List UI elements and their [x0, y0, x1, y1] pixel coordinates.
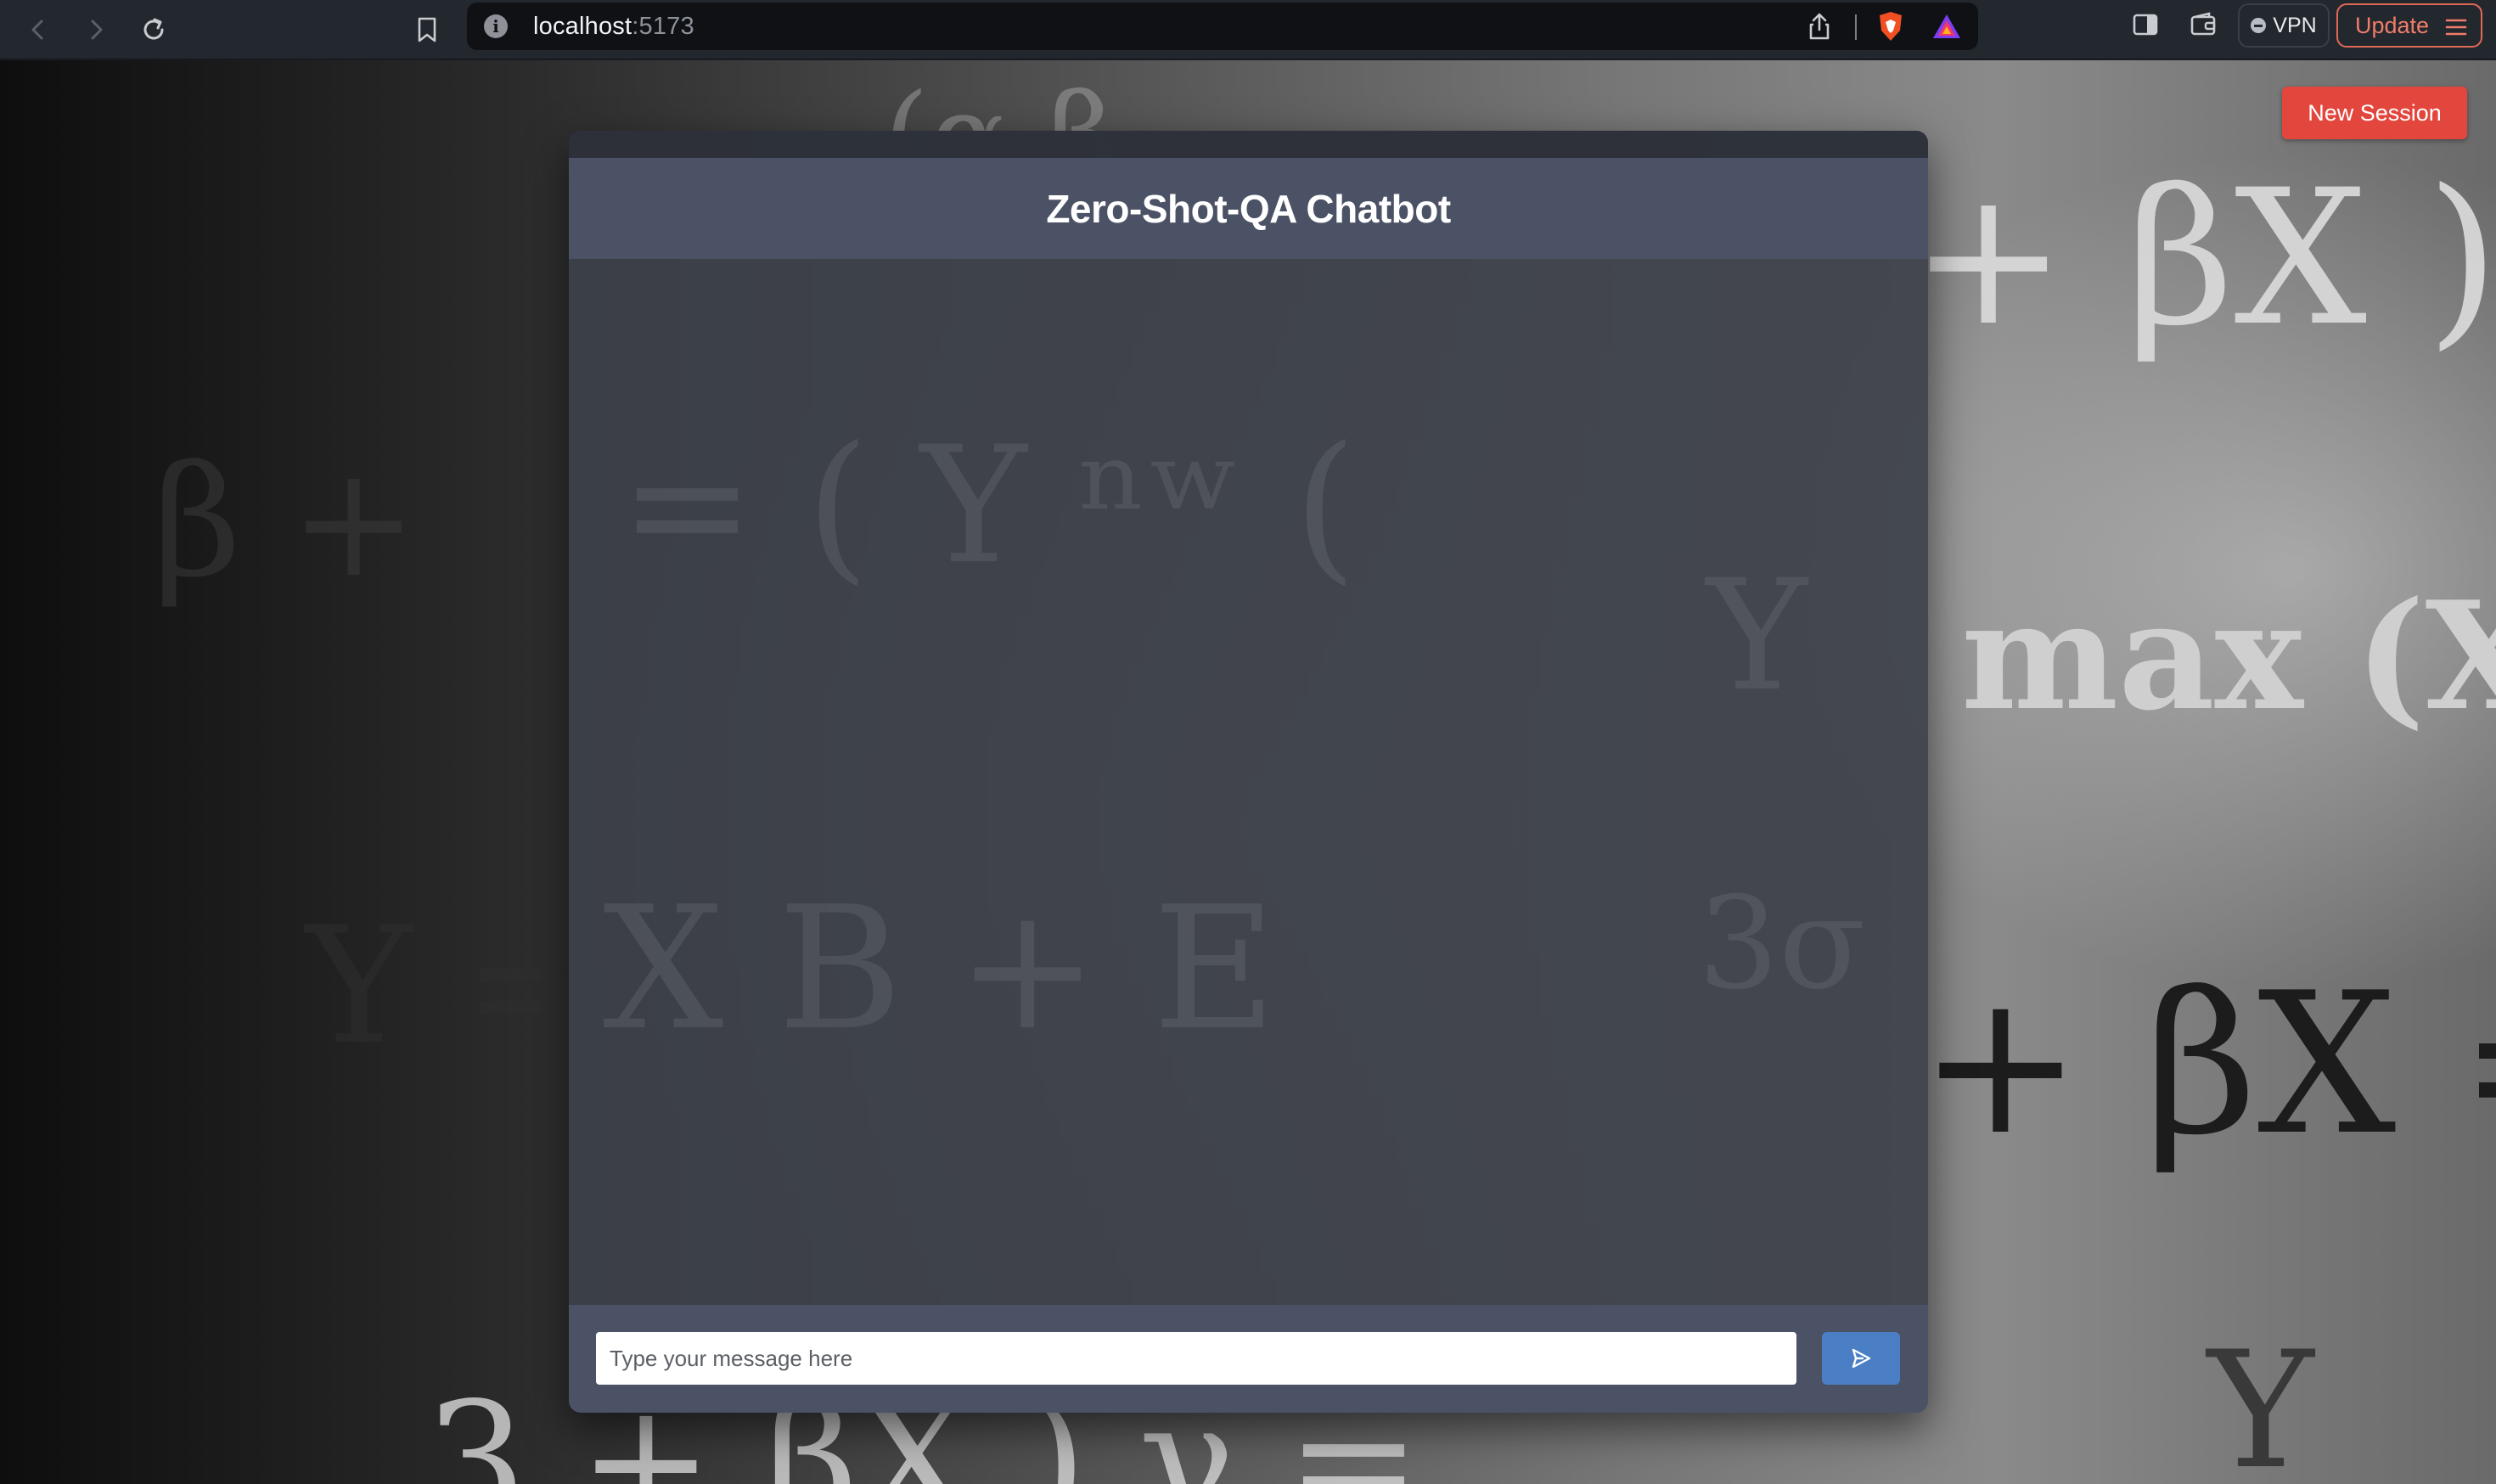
background-math-decoration: Y = — [306, 892, 599, 1080]
chat-title: Zero-Shot-QA Chatbot — [1046, 186, 1451, 231]
page-background: (α β + βX ) x max (X + βX = β + Y = 3 + … — [0, 60, 2496, 1484]
sidebar-icon[interactable] — [2131, 10, 2160, 39]
back-icon[interactable] — [15, 7, 61, 53]
menu-icon — [2445, 19, 2467, 36]
vpn-status-icon — [2251, 18, 2267, 33]
send-button[interactable] — [1822, 1332, 1900, 1385]
background-math-decoration: Y — [1706, 548, 1807, 725]
reload-icon[interactable] — [131, 7, 177, 53]
background-math-decoration: 3σ — [1698, 870, 1866, 1018]
message-composer — [569, 1305, 1928, 1413]
update-button[interactable]: Update — [2336, 3, 2482, 48]
url-text: localhost:5173 — [533, 13, 694, 40]
share-icon[interactable] — [1807, 12, 1832, 41]
address-bar[interactable]: i localhost:5173 — [467, 3, 1978, 50]
message-input[interactable] — [596, 1332, 1796, 1385]
background-math-decoration: + βX = — [1919, 952, 2496, 1178]
forward-icon[interactable] — [73, 7, 119, 53]
browser-toolbar: i localhost:5173 VPN Update — [0, 0, 2496, 59]
vpn-label: VPN — [2273, 13, 2317, 37]
send-icon — [1852, 1348, 1871, 1369]
chat-window-top-strip — [569, 131, 1928, 158]
wallet-icon[interactable] — [2189, 10, 2218, 39]
background-math-decoration: max (X — [1961, 570, 2496, 744]
bookmark-icon[interactable] — [404, 7, 450, 53]
background-math-decoration: β + — [153, 434, 419, 611]
update-label: Update — [2355, 12, 2430, 38]
background-math-decoration: Y — [2207, 1317, 2314, 1484]
background-math-decoration: X B + E — [603, 870, 1277, 1068]
brave-rewards-icon[interactable] — [1931, 12, 1962, 41]
message-area[interactable]: = ( Y ⁿʷ ( X B + E 3σ Y — [569, 259, 1928, 1305]
background-math-decoration: + βX ) x — [1910, 149, 2496, 367]
background-math-decoration: = ( Y ⁿʷ ( — [620, 412, 1357, 599]
chat-window: Zero-Shot-QA Chatbot = ( Y ⁿʷ ( X B + E … — [569, 131, 1928, 1413]
new-session-button[interactable]: New Session — [2282, 87, 2467, 139]
toolbar-divider — [1855, 14, 1857, 40]
chat-header: Zero-Shot-QA Chatbot — [569, 158, 1928, 259]
site-info-icon[interactable]: i — [484, 14, 508, 38]
vpn-button[interactable]: VPN — [2238, 3, 2330, 48]
brave-shield-icon[interactable] — [1876, 10, 1905, 42]
